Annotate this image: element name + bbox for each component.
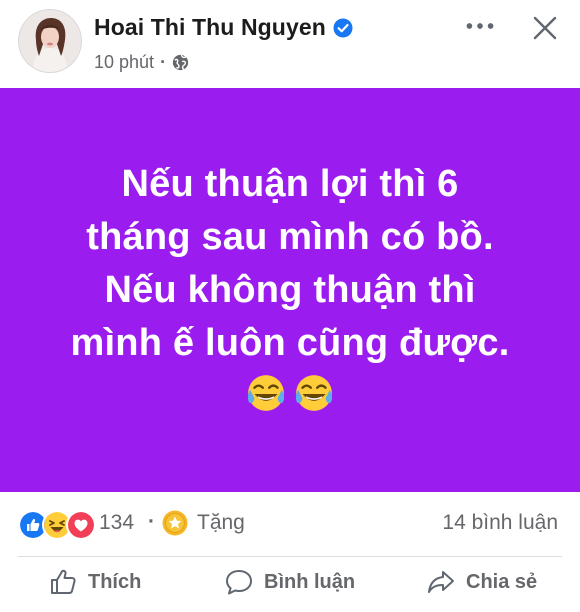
love-reaction-icon (66, 510, 96, 540)
avatar-image (19, 10, 81, 72)
stats-separator: · (148, 510, 155, 533)
author-avatar[interactable] (19, 10, 81, 72)
reaction-count[interactable]: 134 (99, 511, 134, 535)
close-button[interactable] (529, 12, 561, 44)
tears-of-joy-emoji-icon (247, 375, 285, 411)
post-header: Hoai Thi Thu Nguyen 10 phút · (0, 0, 580, 88)
author-name[interactable]: Hoai Thi Thu Nguyen (94, 14, 326, 41)
post-stats: 134 · Tặng 14 bình luận (0, 492, 580, 554)
more-dots-icon (466, 23, 494, 29)
close-icon (533, 16, 557, 40)
more-options-button[interactable] (463, 12, 497, 40)
like-button[interactable]: Thích (48, 567, 141, 597)
post-text-line: tháng sau mình có bồ. (86, 216, 494, 258)
post-text-line: Nếu không thuận thì (104, 269, 476, 311)
comment-bubble-icon (226, 570, 252, 595)
verified-badge-icon (333, 18, 353, 37)
star-gift-icon (162, 510, 188, 536)
reaction-summary[interactable] (18, 510, 96, 540)
post-meta: 10 phút · (94, 52, 189, 73)
comment-label: Bình luận (264, 570, 356, 593)
comment-button[interactable]: Bình luận (224, 567, 355, 597)
meta-separator: · (160, 52, 167, 72)
post-emoji-row (0, 372, 580, 414)
action-bar: Thích Bình luận Chia sẻ (0, 557, 580, 612)
comment-count[interactable]: 14 bình luận (442, 511, 558, 535)
post-text-line: mình ế luôn cũng được. (70, 322, 510, 364)
gift-label[interactable]: Tặng (197, 511, 245, 535)
tears-of-joy-emoji-icon (295, 375, 333, 411)
post-time[interactable]: 10 phút (94, 52, 154, 73)
post-text: Nếu thuận lợi thì 6 tháng sau mình có bồ… (20, 158, 560, 370)
share-button[interactable]: Chia sẻ (426, 567, 537, 597)
share-label: Chia sẻ (466, 570, 538, 593)
post-text-line: Nếu thuận lợi thì 6 (121, 163, 459, 205)
share-arrow-icon (428, 571, 454, 593)
thumbs-up-icon (51, 569, 76, 594)
like-label: Thích (88, 570, 142, 593)
globe-icon (172, 54, 189, 71)
